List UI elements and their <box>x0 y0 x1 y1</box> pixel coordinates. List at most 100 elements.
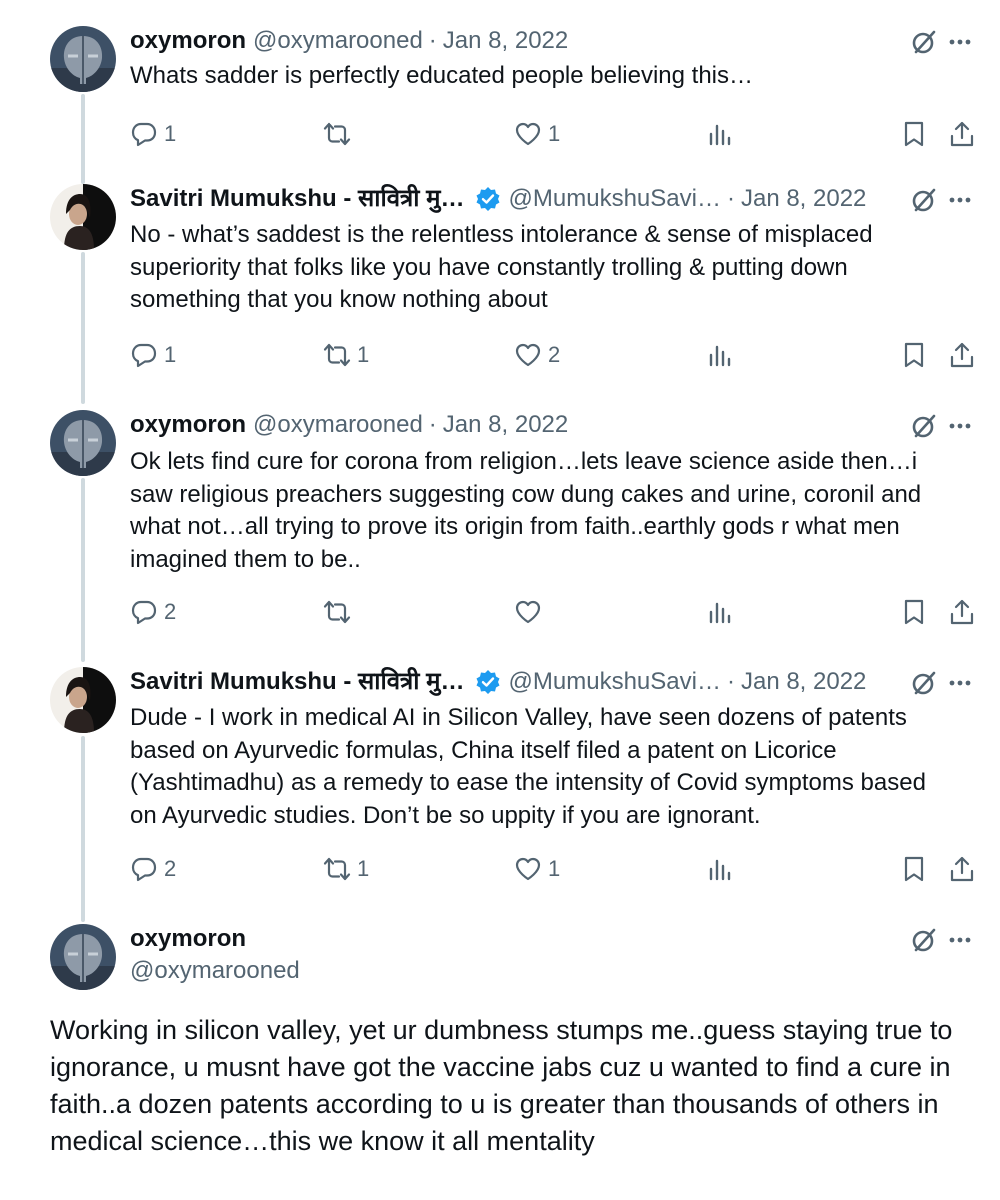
avatar-oxymoron[interactable] <box>50 410 116 476</box>
verified-badge-icon <box>475 669 501 695</box>
display-name[interactable]: oxymoron <box>130 24 246 58</box>
views-button[interactable] <box>706 337 734 373</box>
display-name[interactable]: oxymoron <box>130 922 246 956</box>
tweet-text: Whats sadder is perfectly educated peopl… <box>130 62 754 89</box>
retweet-button[interactable] <box>323 116 357 152</box>
tweet-item[interactable]: Savitri Mumukshu - सावित्री मु… @Mumuksh… <box>0 665 1000 905</box>
retweet-button[interactable]: 1 <box>323 851 369 887</box>
bookmark-button[interactable] <box>900 594 928 630</box>
analytics-icon <box>706 341 734 369</box>
separator-dot: · <box>726 185 735 212</box>
tweet-text: No - what’s saddest is the relentless in… <box>130 221 873 313</box>
tweet-actions: 1 1 2 <box>130 337 980 373</box>
user-handle[interactable]: @oxymarooned <box>253 408 423 442</box>
bookmark-button[interactable] <box>900 851 928 887</box>
bookmark-icon <box>900 598 928 626</box>
like-count: 2 <box>548 342 561 367</box>
analytics-icon <box>706 120 734 148</box>
more-options-icon[interactable] <box>946 28 974 56</box>
share-button[interactable] <box>948 851 976 887</box>
tweet-date[interactable]: Jan 8, 2022 <box>741 182 866 216</box>
bookmark-button[interactable] <box>900 116 928 152</box>
more-options-icon[interactable] <box>946 412 974 440</box>
like-count: 1 <box>548 856 561 881</box>
tweet-text: Dude - I work in medical AI in Silicon V… <box>130 704 926 829</box>
tweet-item[interactable]: oxymoron @oxymarooned · Jan 8, 2022 What… <box>0 24 1000 164</box>
reply-icon <box>130 598 158 626</box>
avatar-savitri[interactable] <box>50 184 116 250</box>
tweet-header: Savitri Mumukshu - सावित्री मु… @Mumuksh… <box>130 182 900 216</box>
share-button[interactable] <box>948 337 976 373</box>
retweet-icon <box>323 598 351 626</box>
tweet-header: oxymoron @oxymarooned · Jan 8, 2022 <box>130 408 900 442</box>
user-handle[interactable]: @MumukshuSavi… <box>509 665 721 699</box>
retweet-button[interactable] <box>323 594 357 630</box>
reply-count: 2 <box>164 856 177 881</box>
share-icon <box>948 120 976 148</box>
views-button[interactable] <box>706 116 734 152</box>
retweet-button[interactable]: 1 <box>323 337 369 373</box>
user-handle[interactable]: @MumukshuSavi… <box>509 182 721 216</box>
reply-count: 1 <box>164 121 177 146</box>
retweet-icon <box>323 855 351 883</box>
share-icon <box>948 341 976 369</box>
tweet-header: oxymoron @oxymarooned · Jan 8, 2022 <box>130 24 900 58</box>
reply-icon <box>130 855 158 883</box>
bookmark-icon <box>900 855 928 883</box>
share-icon <box>948 598 976 626</box>
tweet-item[interactable]: oxymoron @oxymarooned · Jan 8, 2022 Ok l… <box>0 408 1000 648</box>
like-count: 1 <box>548 121 561 146</box>
tweet-actions: 2 1 1 <box>130 851 980 887</box>
reply-icon <box>130 341 158 369</box>
avatar-oxymoron[interactable] <box>50 26 116 92</box>
grok-icon[interactable] <box>910 412 938 440</box>
share-button[interactable] <box>948 594 976 630</box>
heart-icon <box>514 120 542 148</box>
focused-tweet[interactable]: oxymoron @oxymarooned Working in silicon… <box>0 922 1000 1200</box>
heart-icon <box>514 341 542 369</box>
tweet-header: Savitri Mumukshu - सावित्री मु… @Mumuksh… <box>130 665 900 699</box>
display-name[interactable]: Savitri Mumukshu - सावित्री मु… <box>130 182 465 216</box>
retweet-count: 1 <box>357 856 370 881</box>
tweet-item[interactable]: Savitri Mumukshu - सावित्री मु… @Mumuksh… <box>0 182 1000 392</box>
display-name[interactable]: oxymoron <box>130 408 246 442</box>
heart-icon <box>514 598 542 626</box>
like-button[interactable]: 1 <box>514 116 560 152</box>
tweet-date[interactable]: Jan 8, 2022 <box>741 665 866 699</box>
retweet-count: 1 <box>357 342 370 367</box>
bookmark-button[interactable] <box>900 337 928 373</box>
share-button[interactable] <box>948 116 976 152</box>
views-button[interactable] <box>706 594 734 630</box>
separator-dot: · <box>428 411 437 438</box>
reply-button[interactable]: 2 <box>130 594 176 630</box>
tweet-date[interactable]: Jan 8, 2022 <box>443 408 568 442</box>
like-button[interactable]: 2 <box>514 337 560 373</box>
grok-icon[interactable] <box>910 28 938 56</box>
views-button[interactable] <box>706 851 734 887</box>
user-handle[interactable]: @oxymarooned <box>253 24 423 58</box>
reply-button[interactable]: 1 <box>130 116 176 152</box>
separator-dot: · <box>428 27 437 54</box>
focused-tweet-text: Working in silicon valley, yet ur dumbne… <box>50 1015 953 1156</box>
grok-icon[interactable] <box>910 186 938 214</box>
conversation-thread: oxymoron @oxymarooned · Jan 8, 2022 What… <box>0 0 1000 1200</box>
share-icon <box>948 855 976 883</box>
verified-badge-icon <box>475 186 501 212</box>
tweet-text: Ok lets find cure for corona from religi… <box>130 448 922 573</box>
reply-count: 1 <box>164 342 177 367</box>
like-button[interactable]: 1 <box>514 851 560 887</box>
avatar-savitri[interactable] <box>50 667 116 733</box>
tweet-date[interactable]: Jan 8, 2022 <box>443 24 568 58</box>
grok-icon[interactable] <box>910 669 938 697</box>
more-options-icon[interactable] <box>946 926 974 954</box>
more-options-icon[interactable] <box>946 669 974 697</box>
like-button[interactable] <box>514 594 548 630</box>
reply-button[interactable]: 2 <box>130 851 176 887</box>
user-handle[interactable]: @oxymarooned <box>130 954 300 988</box>
display-name[interactable]: Savitri Mumukshu - सावित्री मु… <box>130 665 465 699</box>
more-options-icon[interactable] <box>946 186 974 214</box>
avatar-oxymoron[interactable] <box>50 924 116 990</box>
grok-icon[interactable] <box>910 926 938 954</box>
retweet-icon <box>323 120 351 148</box>
reply-button[interactable]: 1 <box>130 337 176 373</box>
